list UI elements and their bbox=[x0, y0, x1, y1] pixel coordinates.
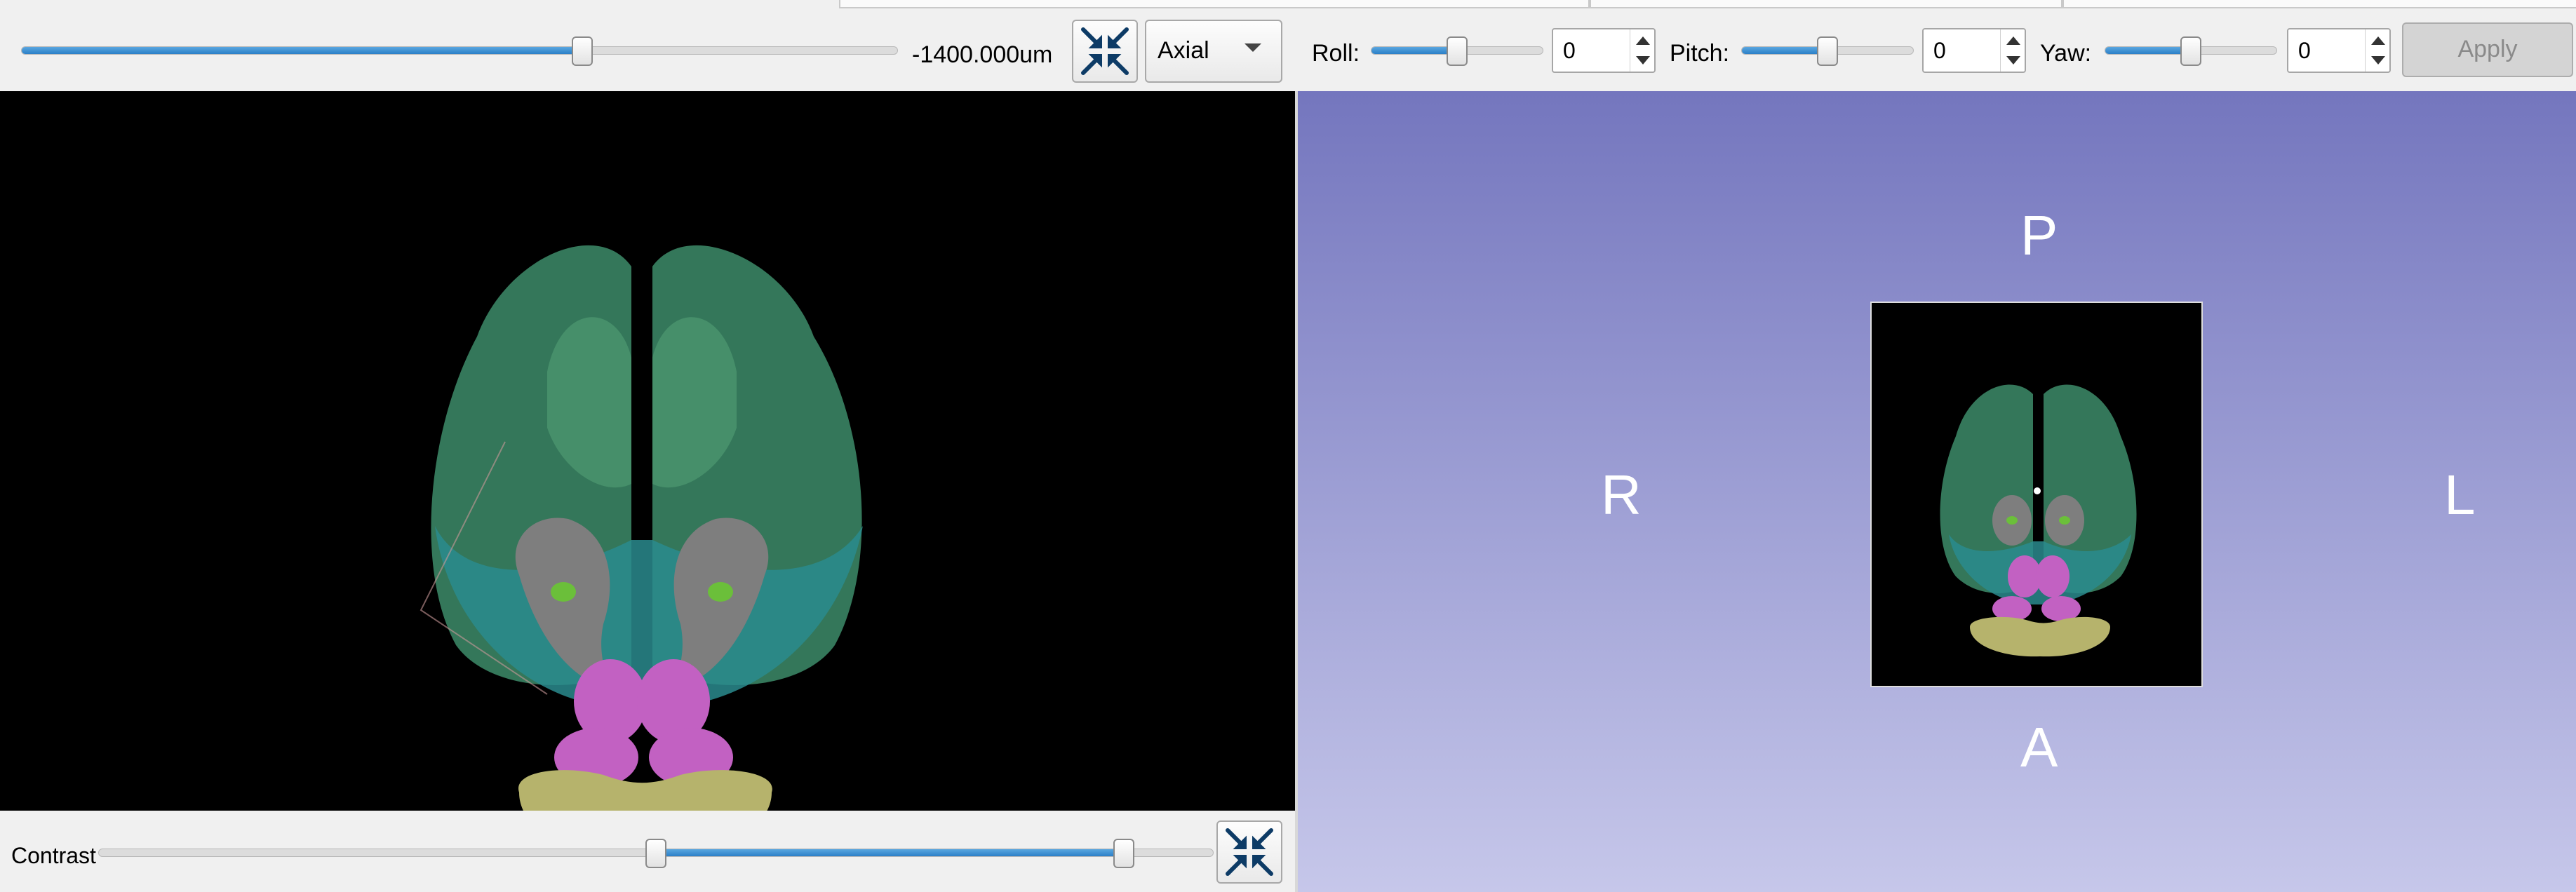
contrast-bar: Contrast bbox=[0, 811, 1295, 892]
contrast-label: Contrast bbox=[11, 843, 96, 868]
spin-down-icon[interactable] bbox=[2006, 56, 2020, 65]
orientation-label-left: R bbox=[1601, 464, 1642, 526]
slice-offset-value: -1400.000um bbox=[912, 41, 1053, 68]
slice-offset-slider[interactable] bbox=[21, 46, 898, 55]
orientation-label-right: L bbox=[2444, 464, 2476, 526]
slice-offset-handle[interactable] bbox=[571, 36, 593, 66]
contrast-high-handle[interactable] bbox=[1113, 839, 1134, 868]
spin-up-icon[interactable] bbox=[2006, 36, 2020, 45]
top-field-2[interactable] bbox=[1590, 0, 2062, 8]
contrast-low-handle[interactable] bbox=[645, 839, 666, 868]
yaw-fill bbox=[2105, 47, 2191, 54]
fit-slice-button[interactable] bbox=[1072, 20, 1138, 83]
pitch-spinbox[interactable]: 0 bbox=[1922, 28, 2026, 73]
roll-spin-arrows[interactable] bbox=[1630, 29, 1654, 72]
top-field-3[interactable] bbox=[2062, 0, 2576, 8]
collapse-arrows-icon bbox=[1081, 27, 1129, 75]
collapse-arrows-icon bbox=[1226, 828, 1273, 876]
roll-value: 0 bbox=[1563, 38, 1576, 63]
spin-down-icon[interactable] bbox=[1636, 56, 1650, 65]
roll-handle[interactable] bbox=[1447, 36, 1468, 66]
top-field-1[interactable] bbox=[839, 0, 1590, 8]
yaw-spin-arrows[interactable] bbox=[2365, 29, 2389, 72]
roll-spinbox[interactable]: 0 bbox=[1552, 28, 1656, 73]
3d-slice-plane bbox=[1870, 302, 2203, 687]
brain-slice-image bbox=[420, 245, 863, 811]
spin-up-icon[interactable] bbox=[2371, 36, 2385, 45]
pitch-handle[interactable] bbox=[1817, 36, 1838, 66]
orientation-label-top: P bbox=[2020, 204, 2058, 266]
fit-contrast-button[interactable] bbox=[1216, 820, 1282, 884]
yaw-handle[interactable] bbox=[2180, 36, 2201, 66]
yaw-spinbox[interactable]: 0 bbox=[2287, 28, 2391, 73]
chevron-down-icon bbox=[1245, 43, 1261, 52]
brain-slice-thumbnail bbox=[1940, 384, 2137, 657]
pitch-fill bbox=[1742, 47, 1827, 54]
pitch-spin-arrows[interactable] bbox=[2000, 29, 2025, 72]
yaw-label: Yaw: bbox=[2040, 40, 2092, 67]
roll-label: Roll: bbox=[1312, 40, 1360, 67]
slice-view[interactable] bbox=[0, 91, 1295, 811]
spin-up-icon[interactable] bbox=[1636, 36, 1650, 45]
slice-offset-fill bbox=[22, 47, 582, 54]
roll-fill bbox=[1371, 47, 1457, 54]
orientation-label-bottom: A bbox=[2020, 716, 2058, 778]
orientation-dropdown[interactable]: Axial bbox=[1145, 20, 1282, 83]
orientation-selected: Axial bbox=[1158, 37, 1209, 64]
spin-down-icon[interactable] bbox=[2371, 56, 2385, 65]
slice-toolbar: -1400.000um Axial Roll: 0 Pitch: 0 Yaw: … bbox=[0, 8, 2576, 91]
yaw-value: 0 bbox=[2298, 38, 2311, 63]
pitch-label: Pitch: bbox=[1670, 40, 1730, 67]
pitch-value: 0 bbox=[1933, 38, 1946, 63]
apply-button[interactable]: Apply bbox=[2402, 22, 2573, 77]
contrast-range-fill bbox=[656, 849, 1124, 856]
